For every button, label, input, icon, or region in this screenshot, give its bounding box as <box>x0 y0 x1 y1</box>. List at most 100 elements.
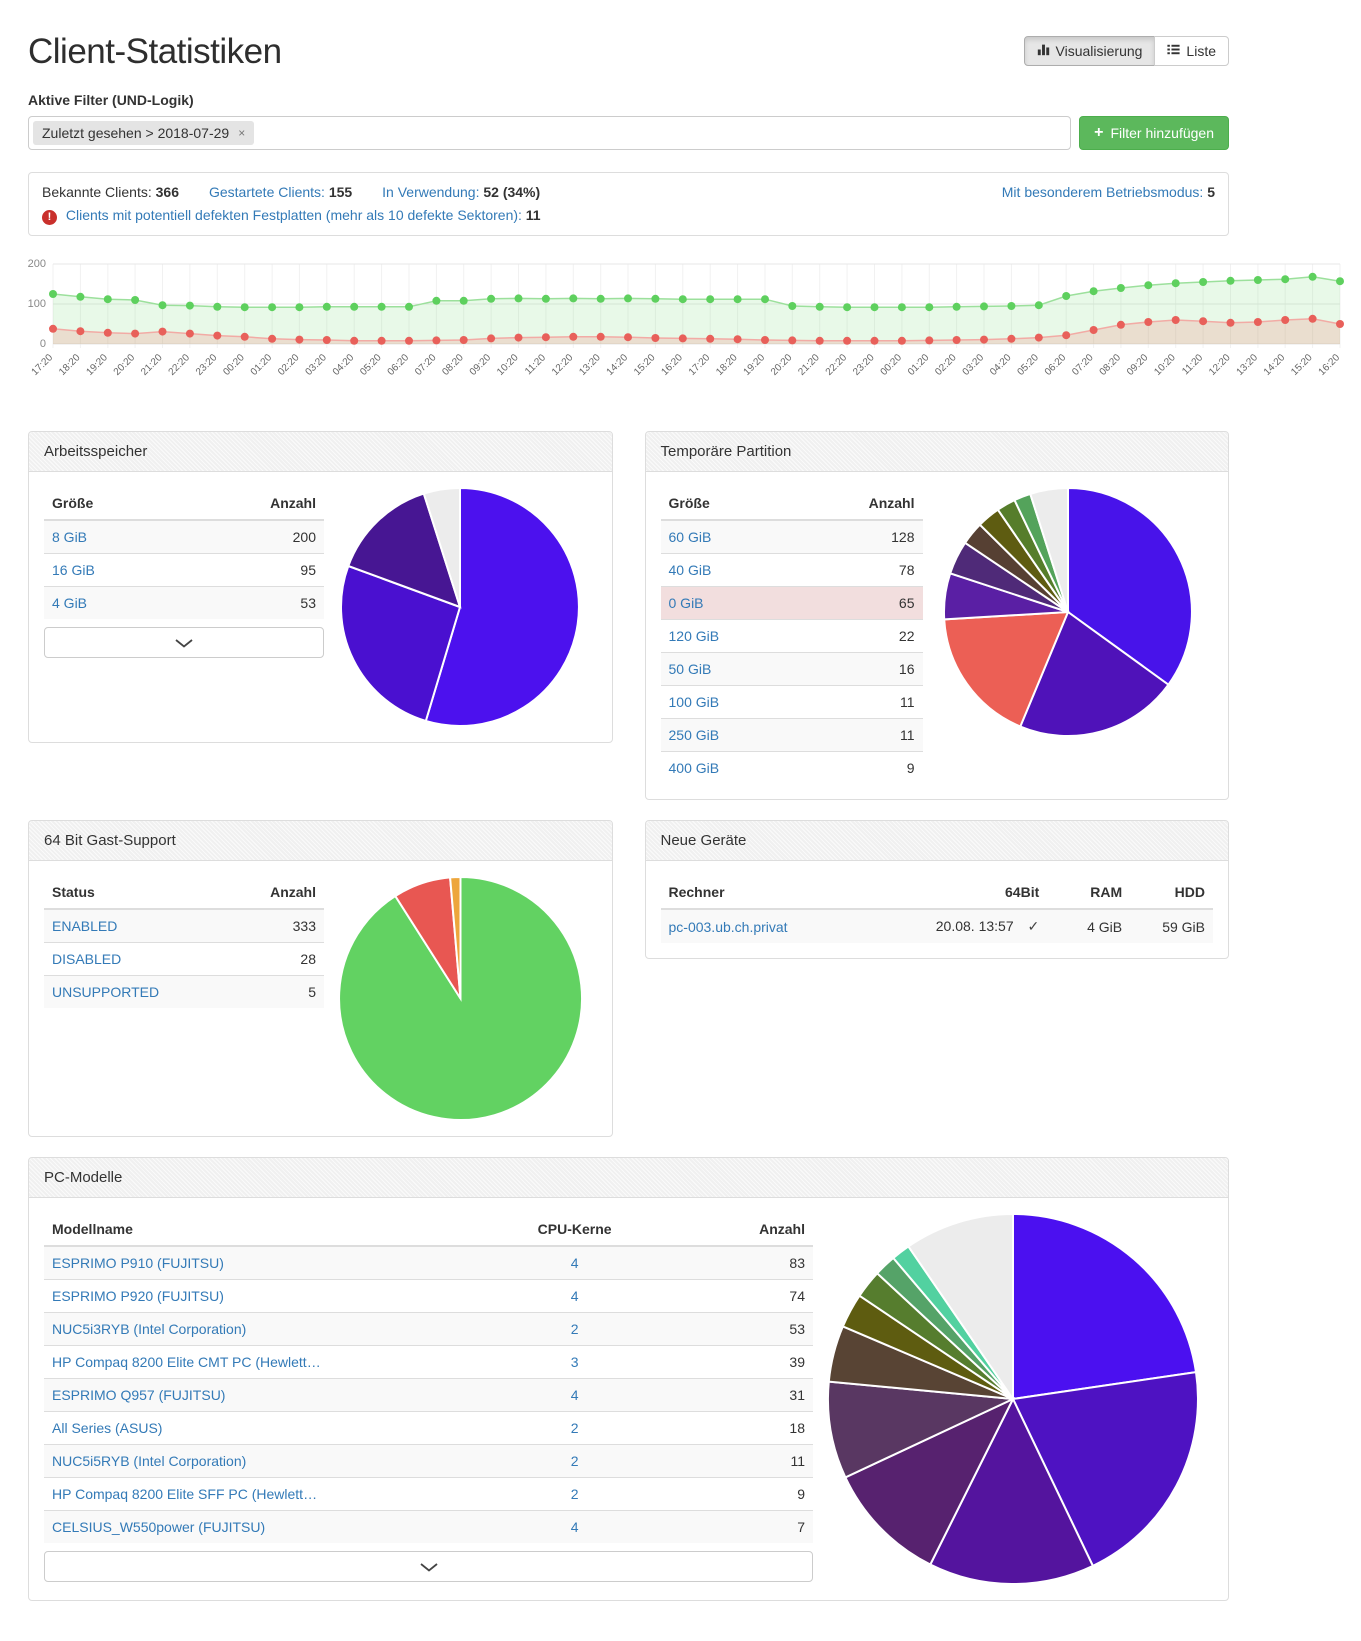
svg-text:22:20: 22:20 <box>824 352 850 378</box>
size-link[interactable]: 100 GiB <box>669 694 720 710</box>
filter-chip[interactable]: Zuletzt gesehen > 2018-07-29 × <box>33 121 254 145</box>
table-row: 60 GiB 128 <box>661 520 923 554</box>
model-link[interactable]: HP Compaq 8200 Elite SFF PC (Hewlett… <box>52 1486 317 1502</box>
special-mode-link[interactable]: Mit besonderem Betriebsmodus: <box>1002 184 1204 200</box>
pc-modelle-table: Modellname CPU-Kerne Anzahl ESPRIMO P910… <box>44 1213 813 1543</box>
client-link[interactable]: pc-003.ub.ch.privat <box>669 919 788 935</box>
model-link[interactable]: All Series (ASUS) <box>52 1420 162 1436</box>
list-toggle-button[interactable]: Liste <box>1154 36 1229 66</box>
filter-row: Zuletzt gesehen > 2018-07-29 × + Filter … <box>28 116 1229 150</box>
cpu-cores-link[interactable]: 4 <box>571 1288 579 1304</box>
cpu-cores-link[interactable]: 2 <box>571 1486 579 1502</box>
table-row: 250 GiB 11 <box>661 719 923 752</box>
svg-text:18:20: 18:20 <box>57 352 83 378</box>
count-cell: 11 <box>796 719 922 752</box>
in-use-clients: In Verwendung: 52 (34%) <box>382 181 540 204</box>
model-link[interactable]: ESPRIMO P910 (FUJITSU) <box>52 1255 224 1271</box>
size-link[interactable]: 0 GiB <box>669 595 704 611</box>
count-cell: 5 <box>230 976 324 1009</box>
special-mode-clients: Mit besonderem Betriebsmodus: 5 <box>1002 181 1215 204</box>
chevron-down-icon <box>175 635 193 651</box>
gast-support-table: Status Anzahl ENABLED 333 <box>44 876 324 1008</box>
status-link[interactable]: DISABLED <box>52 951 121 967</box>
count-cell: 28 <box>230 943 324 976</box>
model-link[interactable]: ESPRIMO P920 (FUJITSU) <box>52 1288 224 1304</box>
table-row: 4 GiB 53 <box>44 587 324 620</box>
size-link[interactable]: 8 GiB <box>52 529 87 545</box>
status-link[interactable]: UNSUPPORTED <box>52 984 159 1000</box>
svg-text:22:20: 22:20 <box>167 352 193 378</box>
summary-panel: Bekannte Clients: 366 Gestartete Clients… <box>28 172 1229 236</box>
cpu-cores-link[interactable]: 4 <box>571 1519 579 1535</box>
pc-modelle-panel: PC-Modelle Modellname CPU-Kerne Anzahl E… <box>28 1157 1229 1601</box>
arbeitsspeicher-pie-chart <box>324 487 597 727</box>
svg-text:06:20: 06:20 <box>1043 352 1069 378</box>
svg-text:09:20: 09:20 <box>1125 352 1151 378</box>
arbeitsspeicher-panel-body: Größe Anzahl 8 GiB 200 <box>29 472 612 742</box>
expand-rows-button[interactable] <box>44 1551 813 1582</box>
model-link[interactable]: ESPRIMO Q957 (FUJITSU) <box>52 1387 225 1403</box>
svg-text:17:20: 17:20 <box>30 352 56 378</box>
svg-text:200: 200 <box>28 258 46 270</box>
model-link[interactable]: NUC5i5RYB (Intel Corporation) <box>52 1453 246 1469</box>
model-link[interactable]: CELSIUS_W550power (FUJITSU) <box>52 1519 265 1535</box>
size-link[interactable]: 400 GiB <box>669 760 720 776</box>
started-clients-link[interactable]: Gestartete Clients: <box>209 184 325 200</box>
gast-support-pie-chart <box>324 876 597 1121</box>
svg-text:10:20: 10:20 <box>495 352 521 378</box>
size-link[interactable]: 40 GiB <box>669 562 712 578</box>
table-row: UNSUPPORTED 5 <box>44 976 324 1009</box>
count-cell: 22 <box>796 620 922 653</box>
model-link[interactable]: NUC5i3RYB (Intel Corporation) <box>52 1321 246 1337</box>
count-cell: 83 <box>659 1246 813 1280</box>
filter-remove-icon[interactable]: × <box>238 127 245 139</box>
size-link[interactable]: 60 GiB <box>669 529 712 545</box>
cpu-cores-link[interactable]: 3 <box>571 1354 579 1370</box>
size-column-header: Größe <box>661 487 797 520</box>
svg-text:13:20: 13:20 <box>1235 352 1261 378</box>
svg-text:21:20: 21:20 <box>796 352 822 378</box>
defect-clients-link[interactable]: Clients mit potentiell defekten Festplat… <box>66 207 522 223</box>
count-column-header: Anzahl <box>180 487 324 520</box>
rechner-column-header: Rechner <box>661 876 910 909</box>
cpu-cores-link[interactable]: 2 <box>571 1420 579 1436</box>
svg-text:09:20: 09:20 <box>468 352 494 378</box>
count-cell: 16 <box>796 653 922 686</box>
size-link[interactable]: 120 GiB <box>669 628 720 644</box>
size-link[interactable]: 4 GiB <box>52 595 87 611</box>
table-row: CELSIUS_W550power (FUJITSU) 4 7 <box>44 1511 813 1544</box>
ram-cell: 4 GiB <box>1047 909 1130 943</box>
model-link[interactable]: HP Compaq 8200 Elite CMT PC (Hewlett… <box>52 1354 321 1370</box>
add-filter-button[interactable]: + Filter hinzufügen <box>1079 116 1229 150</box>
svg-text:03:20: 03:20 <box>961 352 987 378</box>
pc-modelle-panel-body: Modellname CPU-Kerne Anzahl ESPRIMO P910… <box>29 1198 1228 1600</box>
svg-text:04:20: 04:20 <box>988 352 1014 378</box>
client-statistics-page: Client-Statistiken Visualisierung Liste … <box>28 0 1229 1641</box>
cpu-cores-link[interactable]: 2 <box>571 1321 579 1337</box>
cpu-cores-link[interactable]: 4 <box>571 1387 579 1403</box>
status-link[interactable]: ENABLED <box>52 918 117 934</box>
svg-text:18:20: 18:20 <box>714 352 740 378</box>
arbeitsspeicher-panel: Arbeitsspeicher Größe Anzahl 8 GiB <box>28 431 613 743</box>
visualization-toggle-button[interactable]: Visualisierung <box>1024 36 1156 66</box>
cpu-cores-link[interactable]: 2 <box>571 1453 579 1469</box>
table-row: 50 GiB 16 <box>661 653 923 686</box>
size-link[interactable]: 50 GiB <box>669 661 712 677</box>
pc-modelle-table-col: Modellname CPU-Kerne Anzahl ESPRIMO P910… <box>44 1213 813 1585</box>
count-cell: 39 <box>659 1346 813 1379</box>
temp-partition-table: Größe Anzahl 60 GiB 128 <box>661 487 923 784</box>
in-use-clients-link[interactable]: In Verwendung: <box>382 184 479 200</box>
list-icon <box>1167 43 1180 59</box>
summary-line-1: Bekannte Clients: 366 Gestartete Clients… <box>42 181 1215 204</box>
table-row: pc-003.ub.ch.privat 20.08. 13:57 ✓ 4 GiB… <box>661 909 1214 943</box>
cpu-cores-link[interactable]: 4 <box>571 1255 579 1271</box>
special-mode-value: 5 <box>1207 184 1215 200</box>
size-link[interactable]: 250 GiB <box>669 727 720 743</box>
filter-input[interactable]: Zuletzt gesehen > 2018-07-29 × <box>28 116 1071 150</box>
pc-modelle-panel-title: PC-Modelle <box>29 1158 1228 1198</box>
expand-rows-button[interactable] <box>44 627 324 658</box>
model-column-header: Modellname <box>44 1213 490 1246</box>
size-link[interactable]: 16 GiB <box>52 562 95 578</box>
started-clients: Gestartete Clients: 155 <box>209 181 352 204</box>
known-clients-value: 366 <box>156 184 179 200</box>
